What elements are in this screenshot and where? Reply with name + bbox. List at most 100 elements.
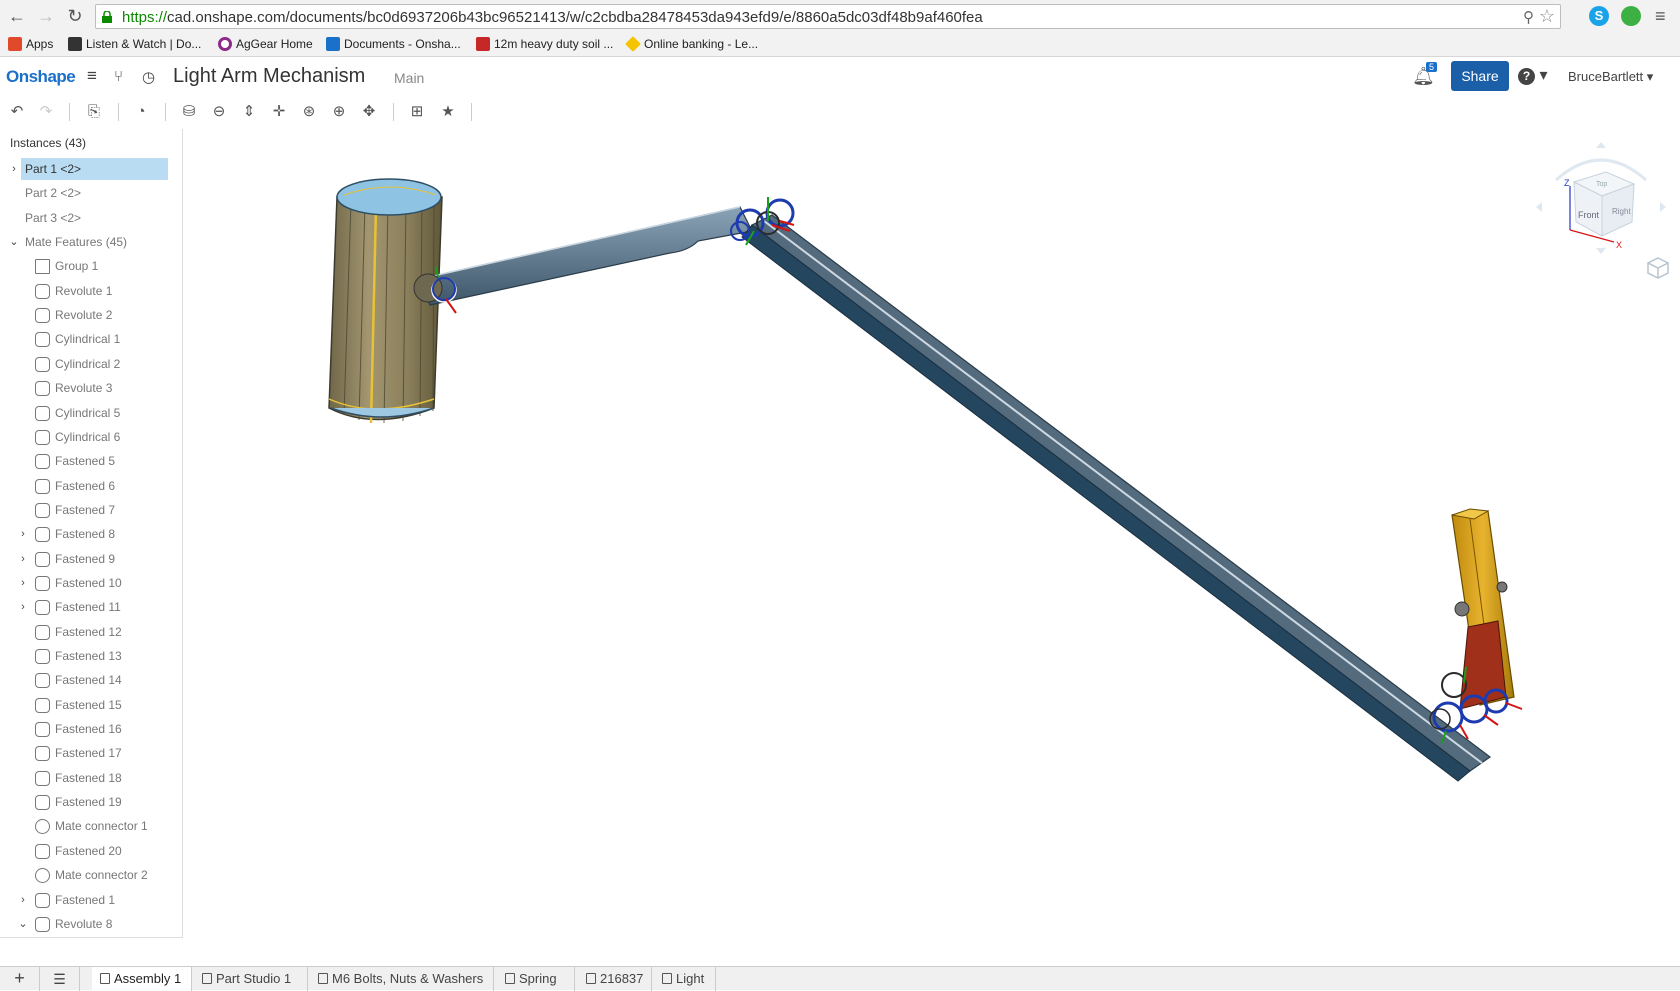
tree-item[interactable]: Revolute 2	[0, 304, 182, 326]
user-menu[interactable]: BruceBartlett ▾	[1568, 69, 1653, 85]
slider-mate-icon[interactable]: ⇕	[238, 102, 260, 122]
back-icon[interactable]: ←	[6, 5, 28, 27]
tree-item[interactable]: ⌄ Revolute 8	[0, 913, 182, 935]
mate-connector-icon[interactable]: ◔	[130, 102, 152, 122]
tree-item[interactable]: › Fastened 1	[0, 889, 182, 911]
undo-icon[interactable]: ↶	[6, 102, 28, 122]
cube-right-arrow-icon[interactable]	[1660, 202, 1666, 212]
bookmark-favicon	[68, 37, 82, 51]
help-icon[interactable]: ? ▾	[1518, 65, 1547, 85]
tree-item[interactable]: Mate connector 2	[0, 864, 182, 886]
expand-right-icon[interactable]: ›	[18, 523, 28, 545]
tree-item[interactable]: Fastened 12	[0, 621, 182, 643]
bookmark-soil[interactable]: 12m heavy duty soil ...	[476, 35, 613, 53]
history-icon[interactable]: ◷	[142, 68, 155, 86]
skype-extension-icon[interactable]: S	[1589, 6, 1609, 26]
expand-down-icon[interactable]: ⌄	[9, 231, 19, 253]
tab-document[interactable]: 216837	[578, 967, 652, 991]
tab-document[interactable]: Spring	[497, 967, 575, 991]
address-bar[interactable]: https://cad.onshape.com/documents/bc0d69…	[95, 4, 1561, 29]
zoom-icon[interactable]: ⚲	[1523, 8, 1534, 26]
tree-item[interactable]: Fastened 19	[0, 791, 182, 813]
tree-item[interactable]: Fastened 14	[0, 669, 182, 691]
view-options-cube-icon[interactable]	[1646, 256, 1670, 280]
tree-item[interactable]: Group 1	[0, 255, 182, 277]
tab-document[interactable]: Light	[654, 967, 716, 991]
tree-item[interactable]: Fastened 17	[0, 742, 182, 764]
tree-item[interactable]: Cylindrical 2	[0, 353, 182, 375]
ball-mate-icon[interactable]: ✥	[358, 102, 380, 122]
branch-icon[interactable]: ⑂	[114, 68, 123, 85]
bookmark-star-icon[interactable]: ☆	[1539, 6, 1555, 27]
tab-list-icon[interactable]: ☰	[40, 967, 80, 991]
add-tab-icon[interactable]: +	[0, 967, 40, 991]
tree-item-label: Cylindrical 2	[55, 356, 121, 371]
tree-item[interactable]: ⌄ Mate Features (45)	[0, 231, 182, 253]
bookmark-onshape-documents[interactable]: Documents - Onsha...	[326, 35, 461, 53]
tree-item[interactable]: Fastened 16	[0, 718, 182, 740]
tree-item[interactable]: Mate connector 1	[0, 815, 182, 837]
tree-item[interactable]: Fastened 5	[0, 450, 182, 472]
tree-item[interactable]: › Part 1 <2>	[0, 158, 182, 180]
lower-arm-part[interactable]	[741, 214, 1492, 782]
tree-item[interactable]: Fastened 7	[0, 499, 182, 521]
bookmark-aggear[interactable]: AgGear Home	[218, 35, 313, 53]
redo-icon[interactable]: ↷	[35, 102, 57, 122]
insert-icon[interactable]: ⎘	[83, 102, 105, 122]
tree-item[interactable]: Cylindrical 1	[0, 328, 182, 350]
tree-item[interactable]: Part 3 <2>	[0, 207, 182, 229]
expand-down-icon[interactable]: ⌄	[18, 913, 28, 935]
notifications-bell-icon[interactable]: 🔔︎ 5	[1412, 62, 1438, 87]
tree-item[interactable]: › Fastened 9	[0, 548, 182, 570]
expand-right-icon[interactable]: ›	[18, 548, 28, 570]
tree-item[interactable]: › Fastened 11	[0, 596, 182, 618]
fastened-mate-icon	[35, 454, 50, 470]
bookmark-listen-watch[interactable]: Listen & Watch | Do...	[68, 35, 201, 53]
bookmark-apps[interactable]: Apps	[8, 35, 53, 53]
hamburger-menu-icon[interactable]: ≡	[87, 66, 97, 86]
share-button[interactable]: Share	[1451, 61, 1509, 91]
upper-arm-part[interactable]	[413, 206, 753, 306]
expand-right-icon[interactable]: ›	[18, 572, 28, 594]
tree-item[interactable]: Revolute 1	[0, 280, 182, 302]
tree-item[interactable]: › Fastened 10	[0, 572, 182, 594]
graphics-viewport[interactable]	[184, 127, 1680, 938]
chrome-menu-icon[interactable]: ≡	[1655, 6, 1666, 27]
bracket-part[interactable]	[1451, 508, 1515, 710]
tree-item[interactable]: Fastened 15	[0, 694, 182, 716]
app-header: Onshape ≡ ⑂ ◷ Light Arm Mechanism Main 🔔…	[0, 57, 1680, 97]
tab-document[interactable]: M6 Bolts, Nuts & Washers	[310, 967, 494, 991]
cube-left-arrow-icon[interactable]	[1536, 202, 1542, 212]
tree-item[interactable]: Fastened 18	[0, 767, 182, 789]
tab-active[interactable]: Assembly 1	[92, 967, 192, 991]
tree-item[interactable]: Revolute 3	[0, 377, 182, 399]
tree-item[interactable]: Part 2 <2>	[0, 182, 182, 204]
forward-icon[interactable]: →	[35, 5, 57, 27]
cube-down-arrow-icon[interactable]	[1596, 248, 1606, 254]
tree-item[interactable]: Cylindrical 5	[0, 402, 182, 424]
tree-item[interactable]: Fastened 13	[0, 645, 182, 667]
tree-item[interactable]: Fastened 20	[0, 840, 182, 862]
expand-right-icon[interactable]: ›	[18, 596, 28, 618]
pin-slot-mate-icon[interactable]: ⊕	[328, 102, 350, 122]
fastened-mate-icon[interactable]: ⛁	[178, 102, 200, 122]
tab-document[interactable]: Part Studio 1	[194, 967, 308, 991]
tree-item[interactable]: › Fastened 8	[0, 523, 182, 545]
tree-item[interactable]: Fastened 6	[0, 475, 182, 497]
onshape-logo[interactable]: Onshape	[6, 67, 76, 87]
group-icon[interactable]: ⊞	[406, 102, 428, 122]
reload-icon[interactable]: ↻	[64, 5, 86, 27]
expand-right-icon[interactable]: ›	[9, 158, 19, 180]
tree-item[interactable]: Cylindrical 6	[0, 426, 182, 448]
evernote-extension-icon[interactable]	[1621, 6, 1641, 26]
expand-right-icon[interactable]: ›	[18, 889, 28, 911]
tree-item-label: Fastened 6	[55, 478, 116, 493]
url-path: /documents/bc0d6937206b43bc96521413/w/c2…	[285, 9, 983, 26]
document-title[interactable]: Light Arm Mechanism	[173, 65, 365, 88]
planar-mate-icon[interactable]: ✛	[268, 102, 290, 122]
tangent-mate-icon[interactable]: ★	[437, 102, 459, 122]
revolute-mate-icon[interactable]: ⊖	[208, 102, 230, 122]
cube-up-arrow-icon[interactable]	[1596, 142, 1606, 148]
bookmark-online-banking[interactable]: Online banking - Le...	[625, 35, 758, 53]
cylindrical-mate-icon[interactable]: ⊛	[298, 102, 320, 122]
